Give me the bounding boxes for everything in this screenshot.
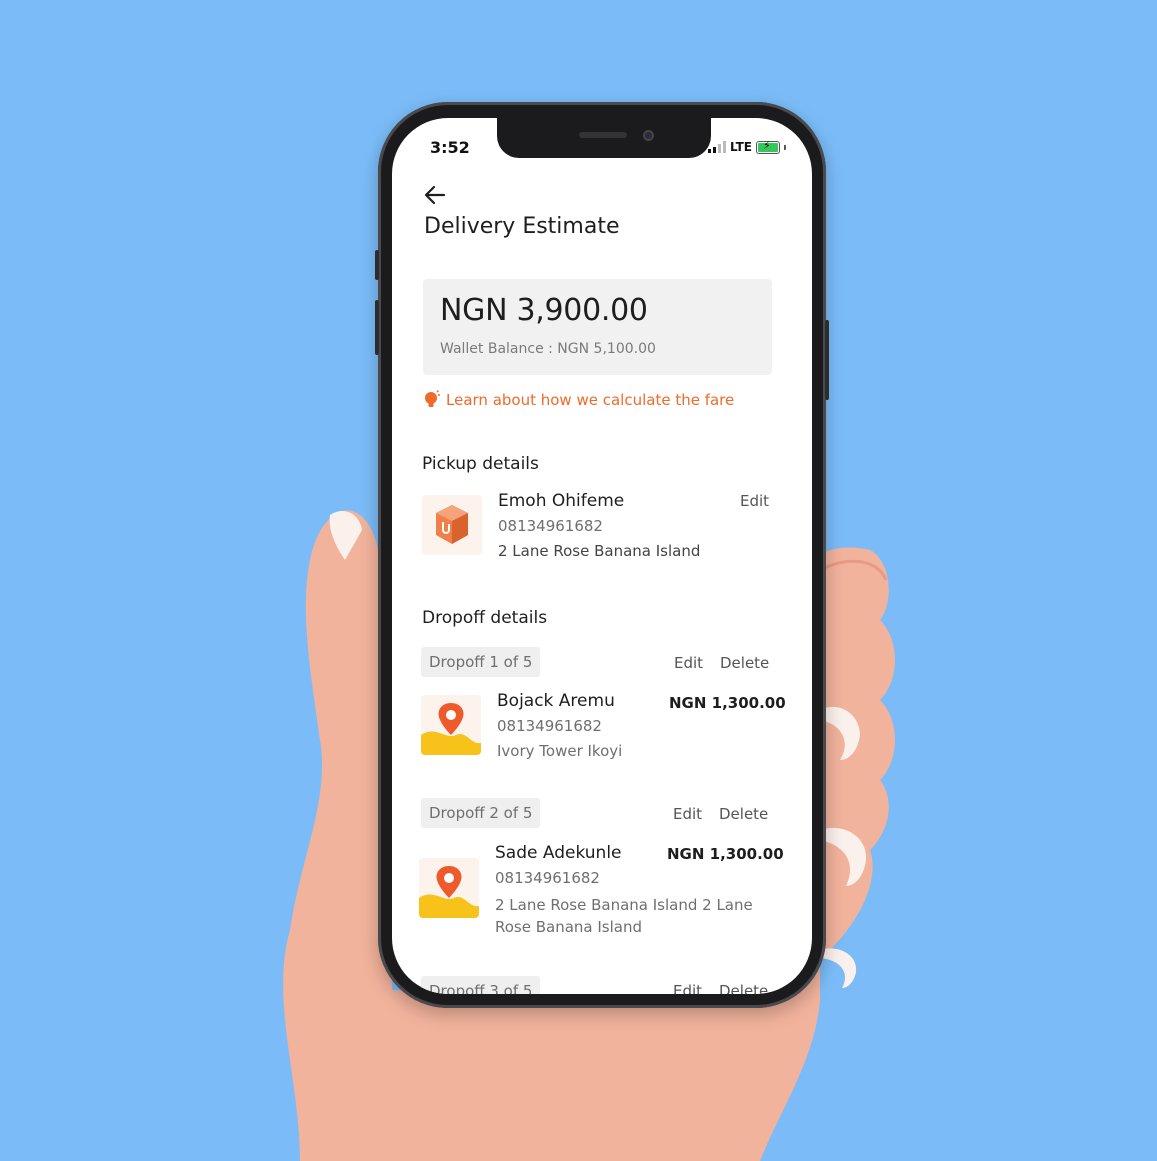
dropoff-address: Rose Banana Island	[495, 918, 643, 936]
pickup-section-title: Pickup details	[422, 454, 539, 474]
phone-screen: 3:52 LTE ⚡ Delivery Estimate NGN 3,900.0…	[392, 118, 812, 994]
dropoff-price: NGN 1,300.00	[667, 845, 784, 863]
battery-tip	[784, 144, 786, 150]
dropoff-edit-button[interactable]: Edit	[674, 654, 703, 672]
signal-icon	[707, 141, 726, 153]
dropoff-name: Bojack Aremu	[497, 691, 615, 711]
fare-amount: NGN 3,900.00	[440, 293, 648, 328]
status-indicators: LTE ⚡	[707, 139, 786, 154]
fare-card: NGN 3,900.00 Wallet Balance : NGN 5,100.…	[423, 279, 772, 375]
dropoff-badge: Dropoff 3 of 5	[421, 976, 541, 994]
status-time: 3:52	[430, 138, 470, 157]
dropoff-address: 2 Lane Rose Banana Island 2 Lane	[495, 896, 753, 914]
wallet-balance: Wallet Balance : NGN 5,100.00	[440, 341, 656, 357]
dropoff-phone: 08134961682	[497, 717, 602, 735]
pickup-phone: 08134961682	[498, 517, 603, 535]
network-label: LTE	[729, 140, 752, 154]
speaker	[579, 132, 627, 138]
learn-fare-link[interactable]: Learn about how we calculate the fare	[424, 390, 734, 410]
pickup-name: Emoh Ohifeme	[498, 491, 625, 511]
dropoff-delete-button[interactable]: Delete	[719, 805, 768, 823]
lightbulb-icon	[425, 390, 440, 407]
map-pin-icon	[421, 695, 481, 755]
dropoff-badge: Dropoff 2 of 5	[421, 798, 541, 828]
dropoff-name: Sade Adekunle	[495, 843, 622, 863]
notch	[497, 118, 711, 158]
volume-button	[375, 300, 379, 355]
volume-button	[375, 250, 379, 280]
package-box-icon	[422, 495, 482, 555]
dropoff-edit-button[interactable]: Edit	[673, 805, 702, 823]
page-title: Delivery Estimate	[424, 214, 620, 239]
dropoff-phone: 08134961682	[495, 869, 600, 887]
dropoff-address: Ivory Tower Ikoyi	[497, 742, 623, 760]
power-button	[825, 320, 829, 400]
dropoff-price: NGN 1,300.00	[669, 694, 786, 712]
arrow-left-icon[interactable]	[422, 184, 448, 206]
dropoff-section-title: Dropoff details	[422, 608, 548, 628]
battery-icon: ⚡	[756, 139, 780, 154]
pickup-address: 2 Lane Rose Banana Island	[498, 542, 701, 560]
pickup-edit-button[interactable]: Edit	[740, 492, 769, 510]
dropoff-delete-button[interactable]: Delete	[719, 982, 768, 994]
camera-icon	[643, 130, 654, 141]
dropoff-edit-button[interactable]: Edit	[673, 982, 702, 994]
dropoff-badge: Dropoff 1 of 5	[421, 647, 541, 677]
map-pin-icon	[419, 858, 479, 918]
dropoff-delete-button[interactable]: Delete	[720, 654, 769, 672]
learn-fare-label: Learn about how we calculate the fare	[446, 391, 735, 409]
